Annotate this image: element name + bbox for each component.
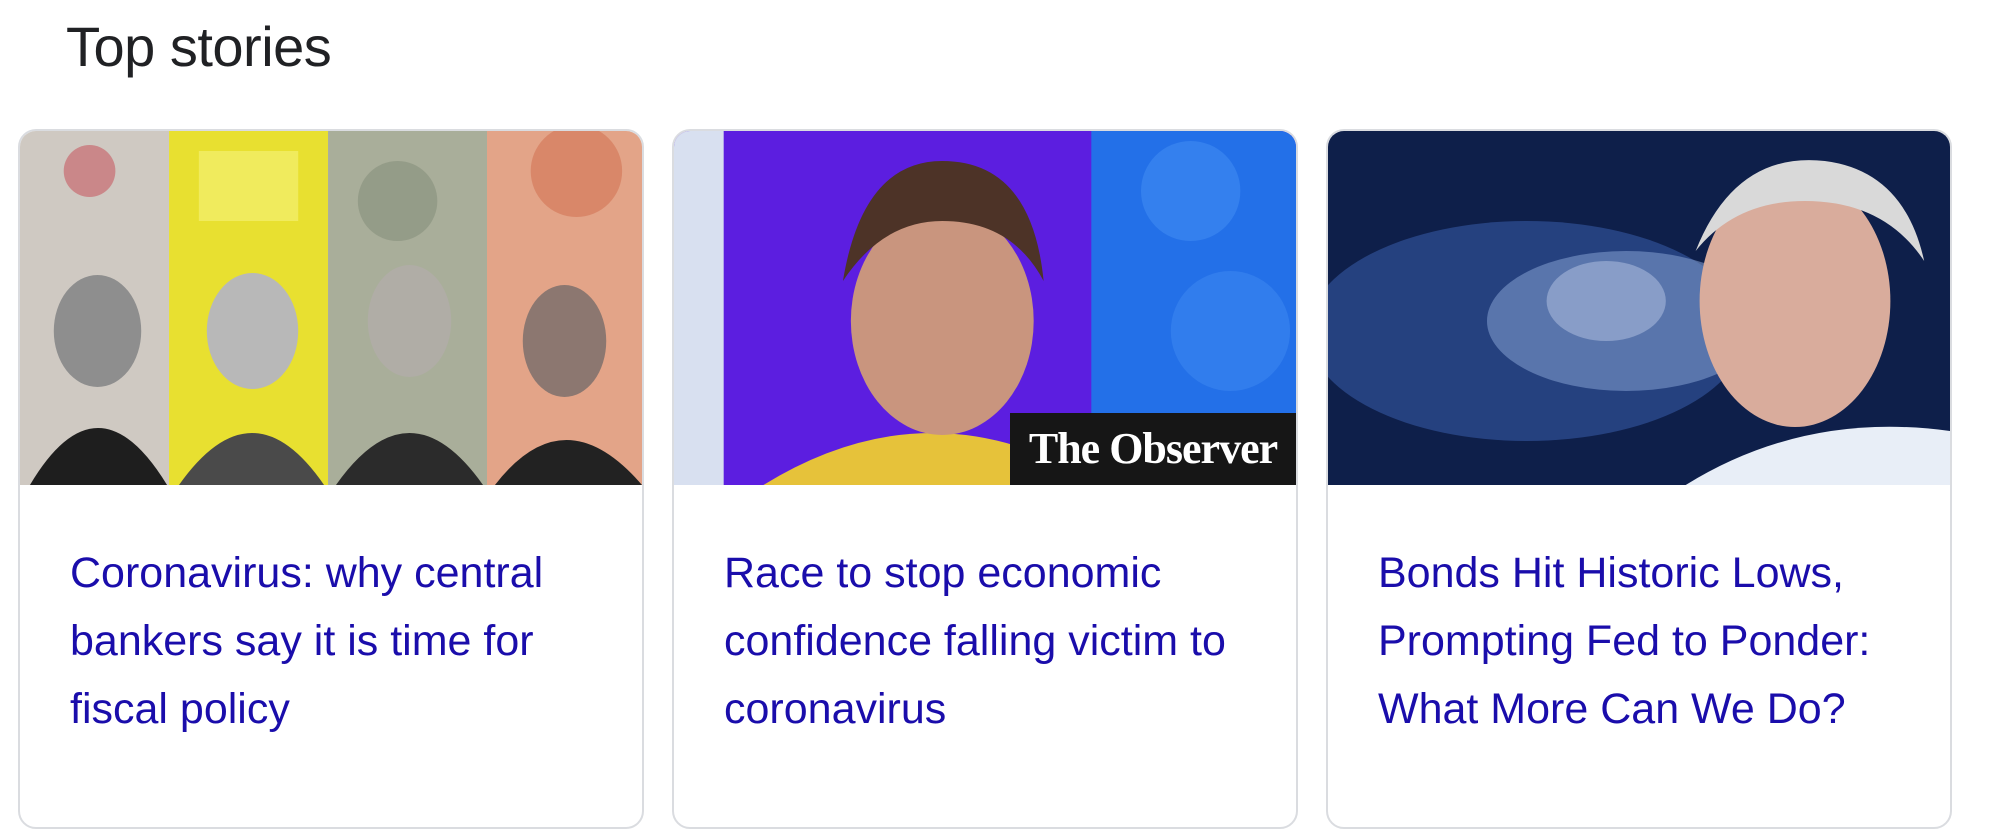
story-thumbnail-1[interactable] (20, 131, 642, 485)
story-card-3[interactable]: Bonds Hit Historic Lows, Prompting Fed t… (1326, 129, 1952, 829)
story-thumbnail-2[interactable]: The Observer (674, 131, 1296, 485)
source-watermark: The Observer (1010, 413, 1296, 485)
section-title: Top stories (66, 15, 332, 78)
speaker-photo-image (1328, 131, 1950, 485)
banker-collage-image (20, 131, 642, 485)
story-headline-3[interactable]: Bonds Hit Historic Lows, Prompting Fed t… (1378, 539, 1918, 743)
story-headline-2[interactable]: Race to stop economic confidence falling… (724, 539, 1264, 743)
top-stories-carousel: Coronavirus: why central bankers say it … (18, 129, 1968, 829)
story-thumbnail-3[interactable] (1328, 131, 1950, 485)
story-card-1[interactable]: Coronavirus: why central bankers say it … (18, 129, 644, 829)
story-headline-1[interactable]: Coronavirus: why central bankers say it … (70, 539, 610, 743)
story-card-2[interactable]: The Observer Race to stop economic confi… (672, 129, 1298, 829)
